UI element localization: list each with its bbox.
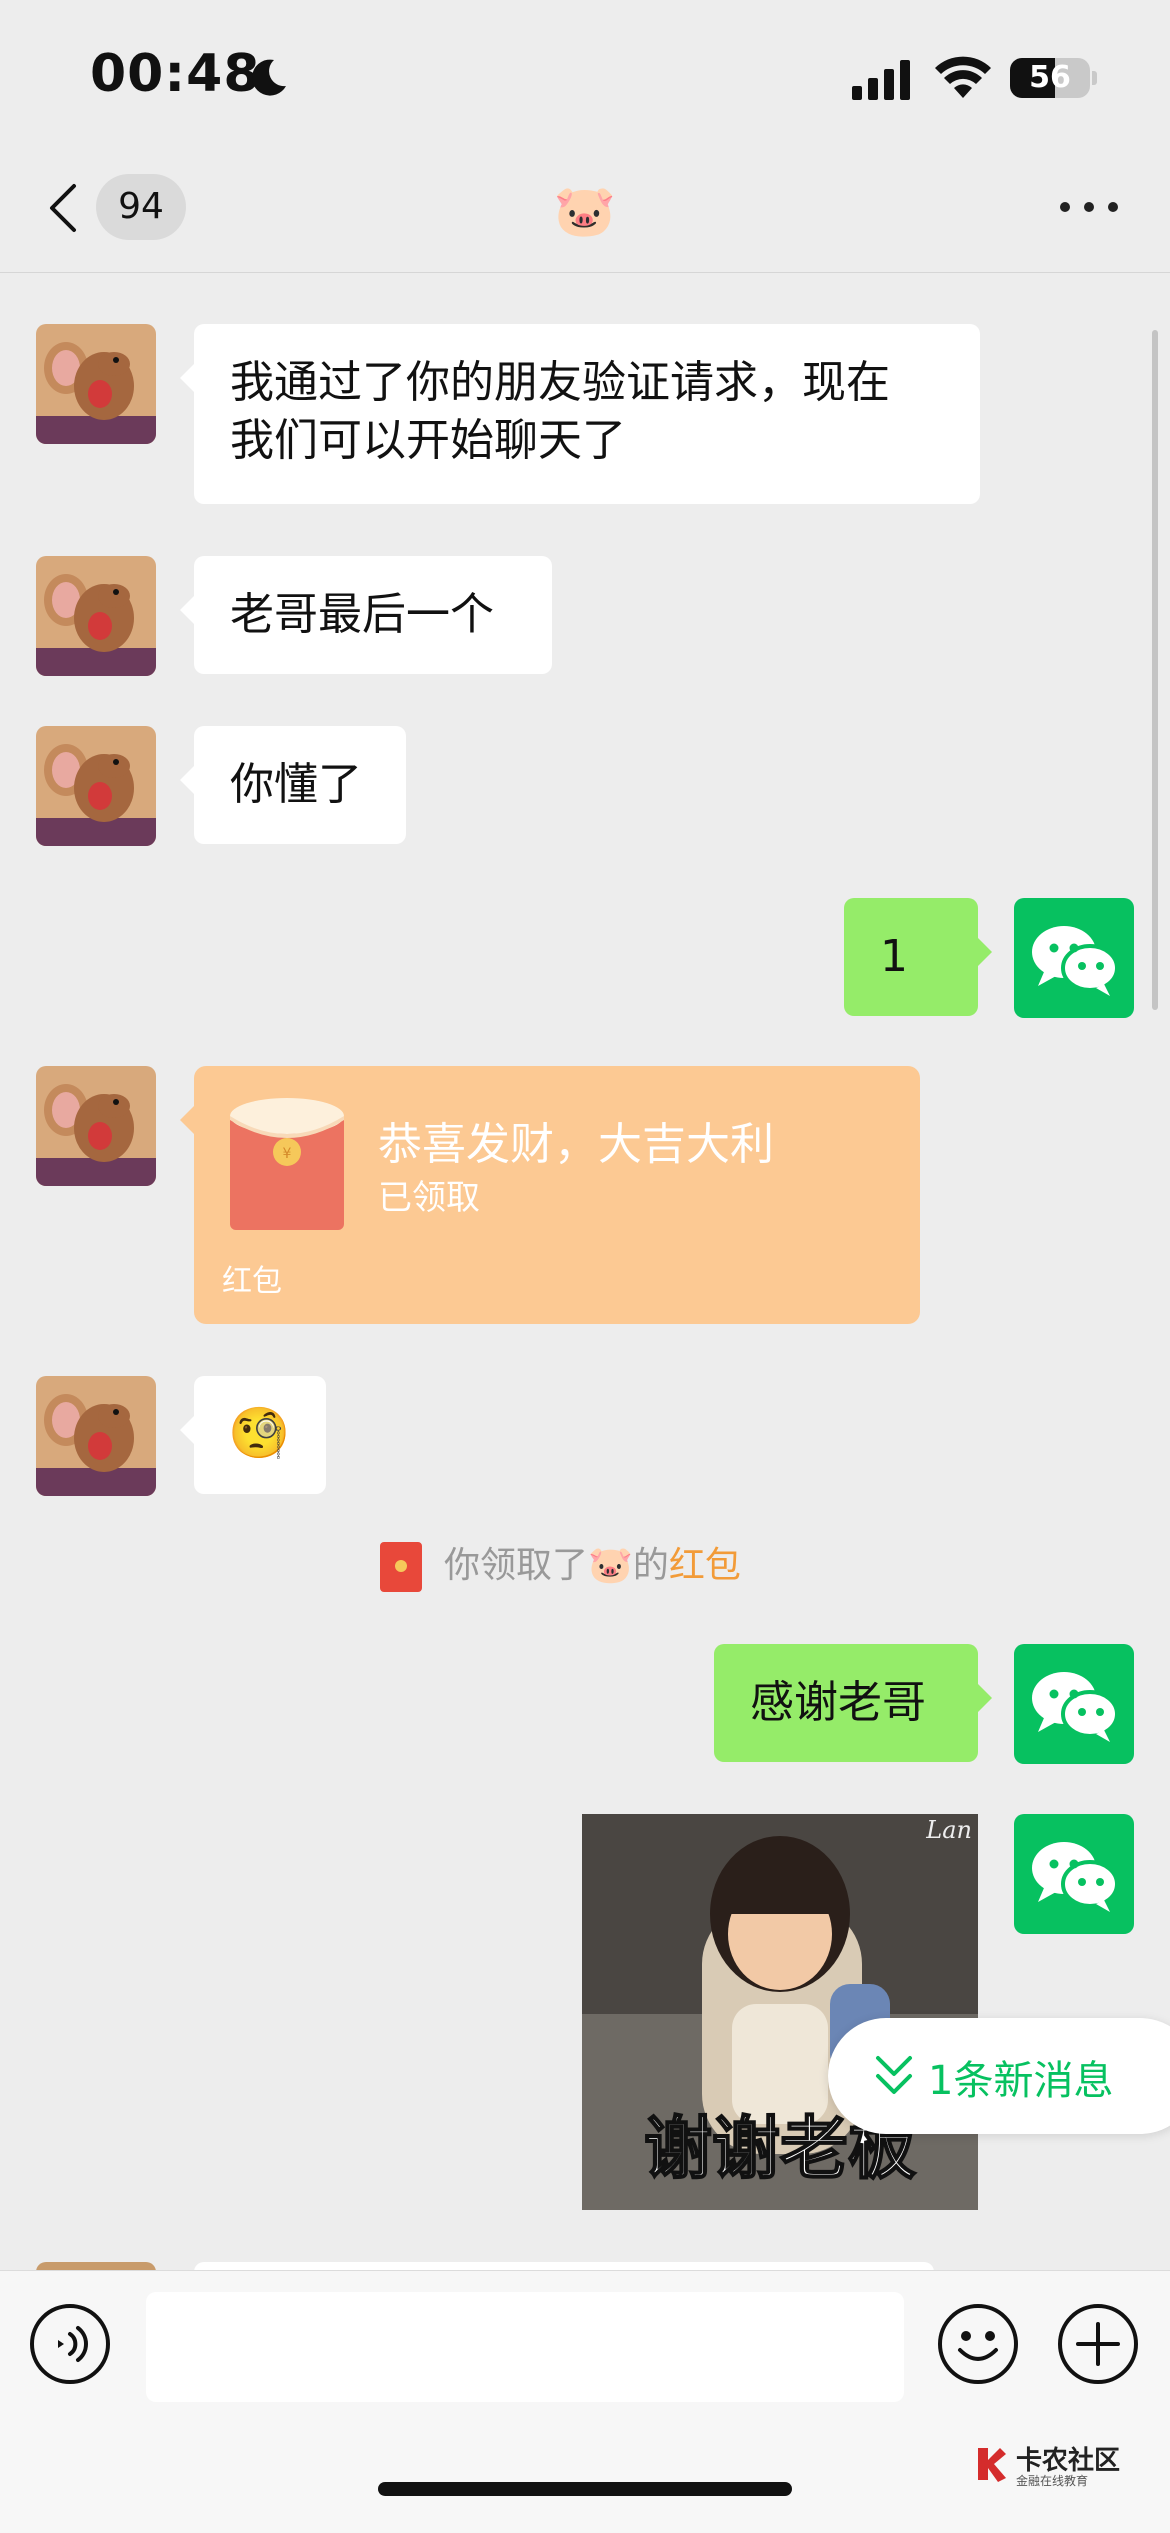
message-text: 你懂了 xyxy=(230,759,362,810)
contact-avatar[interactable] xyxy=(36,324,156,444)
red-packet-greeting: 恭喜发财，大吉大利 xyxy=(378,1119,774,1170)
red-packet-icon xyxy=(380,1542,422,1592)
new-message-pill[interactable]: 1条新消息 xyxy=(828,2018,1170,2134)
message-text: 我通过了你的朋友验证请求，现在 我们可以开始聊天了 xyxy=(230,357,890,466)
message-bubble-outgoing[interactable]: 1 xyxy=(844,898,992,1016)
message-text: 老哥最后一个 xyxy=(230,589,494,640)
red-packet-label: 红包 xyxy=(222,1264,282,1299)
contact-avatar[interactable] xyxy=(36,556,156,676)
watermark-logo: 卡农社区 金融在线教育 xyxy=(974,2440,1160,2490)
more-dot-icon xyxy=(1084,202,1094,212)
sticker-image[interactable]: Lan 谢谢老板 xyxy=(582,1814,978,2210)
svg-text:¥: ¥ xyxy=(283,1146,292,1162)
emoji-thinking-face-icon: 🧐 xyxy=(228,1404,291,1462)
wechat-logo-icon xyxy=(1032,926,1119,996)
contact-avatar[interactable] xyxy=(36,726,156,846)
emoji-icon[interactable] xyxy=(936,2302,1020,2386)
my-avatar[interactable] xyxy=(1014,1814,1134,1934)
battery-indicator: 56 xyxy=(1010,58,1097,98)
mouse-avatar-icon xyxy=(36,726,156,846)
more-options-button[interactable] xyxy=(1054,190,1124,222)
notice-name: 🐷 xyxy=(588,1545,633,1586)
contact-avatar[interactable] xyxy=(36,1066,156,1186)
new-message-label: 1条新消息 xyxy=(928,2058,1114,2104)
back-button[interactable]: 94 xyxy=(40,172,200,244)
wifi-icon xyxy=(935,56,991,98)
notice-text: 你领取了 xyxy=(444,1545,589,1586)
scrollbar[interactable] xyxy=(1152,330,1158,1010)
plus-icon[interactable] xyxy=(1056,2302,1140,2386)
message-bubble-incoming[interactable]: 老哥最后一个 xyxy=(180,556,552,674)
message-input[interactable] xyxy=(146,2292,904,2402)
double-chevron-down-icon xyxy=(876,2056,912,2094)
mouse-avatar-icon xyxy=(36,324,156,444)
message-text: 感谢老哥 xyxy=(750,1677,926,1728)
my-avatar[interactable] xyxy=(1014,1644,1134,1764)
red-packet-icon: ¥ xyxy=(230,1098,344,1230)
contact-avatar[interactable] xyxy=(36,1376,156,1496)
chevron-left-icon xyxy=(50,184,76,232)
message-bubble-outgoing[interactable]: 感谢老哥 xyxy=(714,1644,992,1762)
more-dot-icon xyxy=(1108,202,1118,212)
message-text: 1 xyxy=(880,931,908,982)
red-packet-status: 已领取 xyxy=(378,1178,480,1218)
mouse-avatar-icon xyxy=(36,1066,156,1186)
watermark-subtitle: 金融在线教育 xyxy=(1016,2474,1089,2488)
chat-title: 🐷 xyxy=(553,182,617,240)
cellular-signal-icon xyxy=(852,60,910,100)
message-bubble-incoming[interactable]: 我通过了你的朋友验证请求，现在 我们可以开始聊天了 xyxy=(180,324,980,504)
system-notice: 你领取了🐷的红包 xyxy=(380,1536,741,1596)
battery-level: 56 xyxy=(1029,60,1071,95)
message-bubble-incoming[interactable]: 🧐 xyxy=(180,1376,326,1494)
wechat-logo-icon xyxy=(1032,1842,1119,1912)
mouse-avatar-icon xyxy=(36,556,156,676)
voice-input-icon[interactable] xyxy=(28,2302,112,2386)
more-dot-icon xyxy=(1060,202,1070,212)
home-indicator[interactable] xyxy=(378,2482,792,2496)
my-avatar[interactable] xyxy=(1014,898,1134,1018)
sticker-watermark: Lan xyxy=(926,1816,972,1844)
wechat-logo-icon xyxy=(1032,1672,1119,1742)
red-packet-link[interactable]: 红包 xyxy=(669,1545,741,1586)
unread-badge: 94 xyxy=(96,174,186,240)
mouse-avatar-icon xyxy=(36,1376,156,1496)
kanong-logo-icon xyxy=(978,2448,1006,2482)
red-packet-card[interactable]: ¥ 恭喜发财，大吉大利 已领取 红包 xyxy=(180,1066,920,1324)
moon-icon xyxy=(252,59,286,96)
notice-text: 的 xyxy=(632,1545,669,1586)
status-time: 00:48 xyxy=(90,44,261,104)
message-bubble-incoming[interactable]: 你懂了 xyxy=(180,726,406,844)
